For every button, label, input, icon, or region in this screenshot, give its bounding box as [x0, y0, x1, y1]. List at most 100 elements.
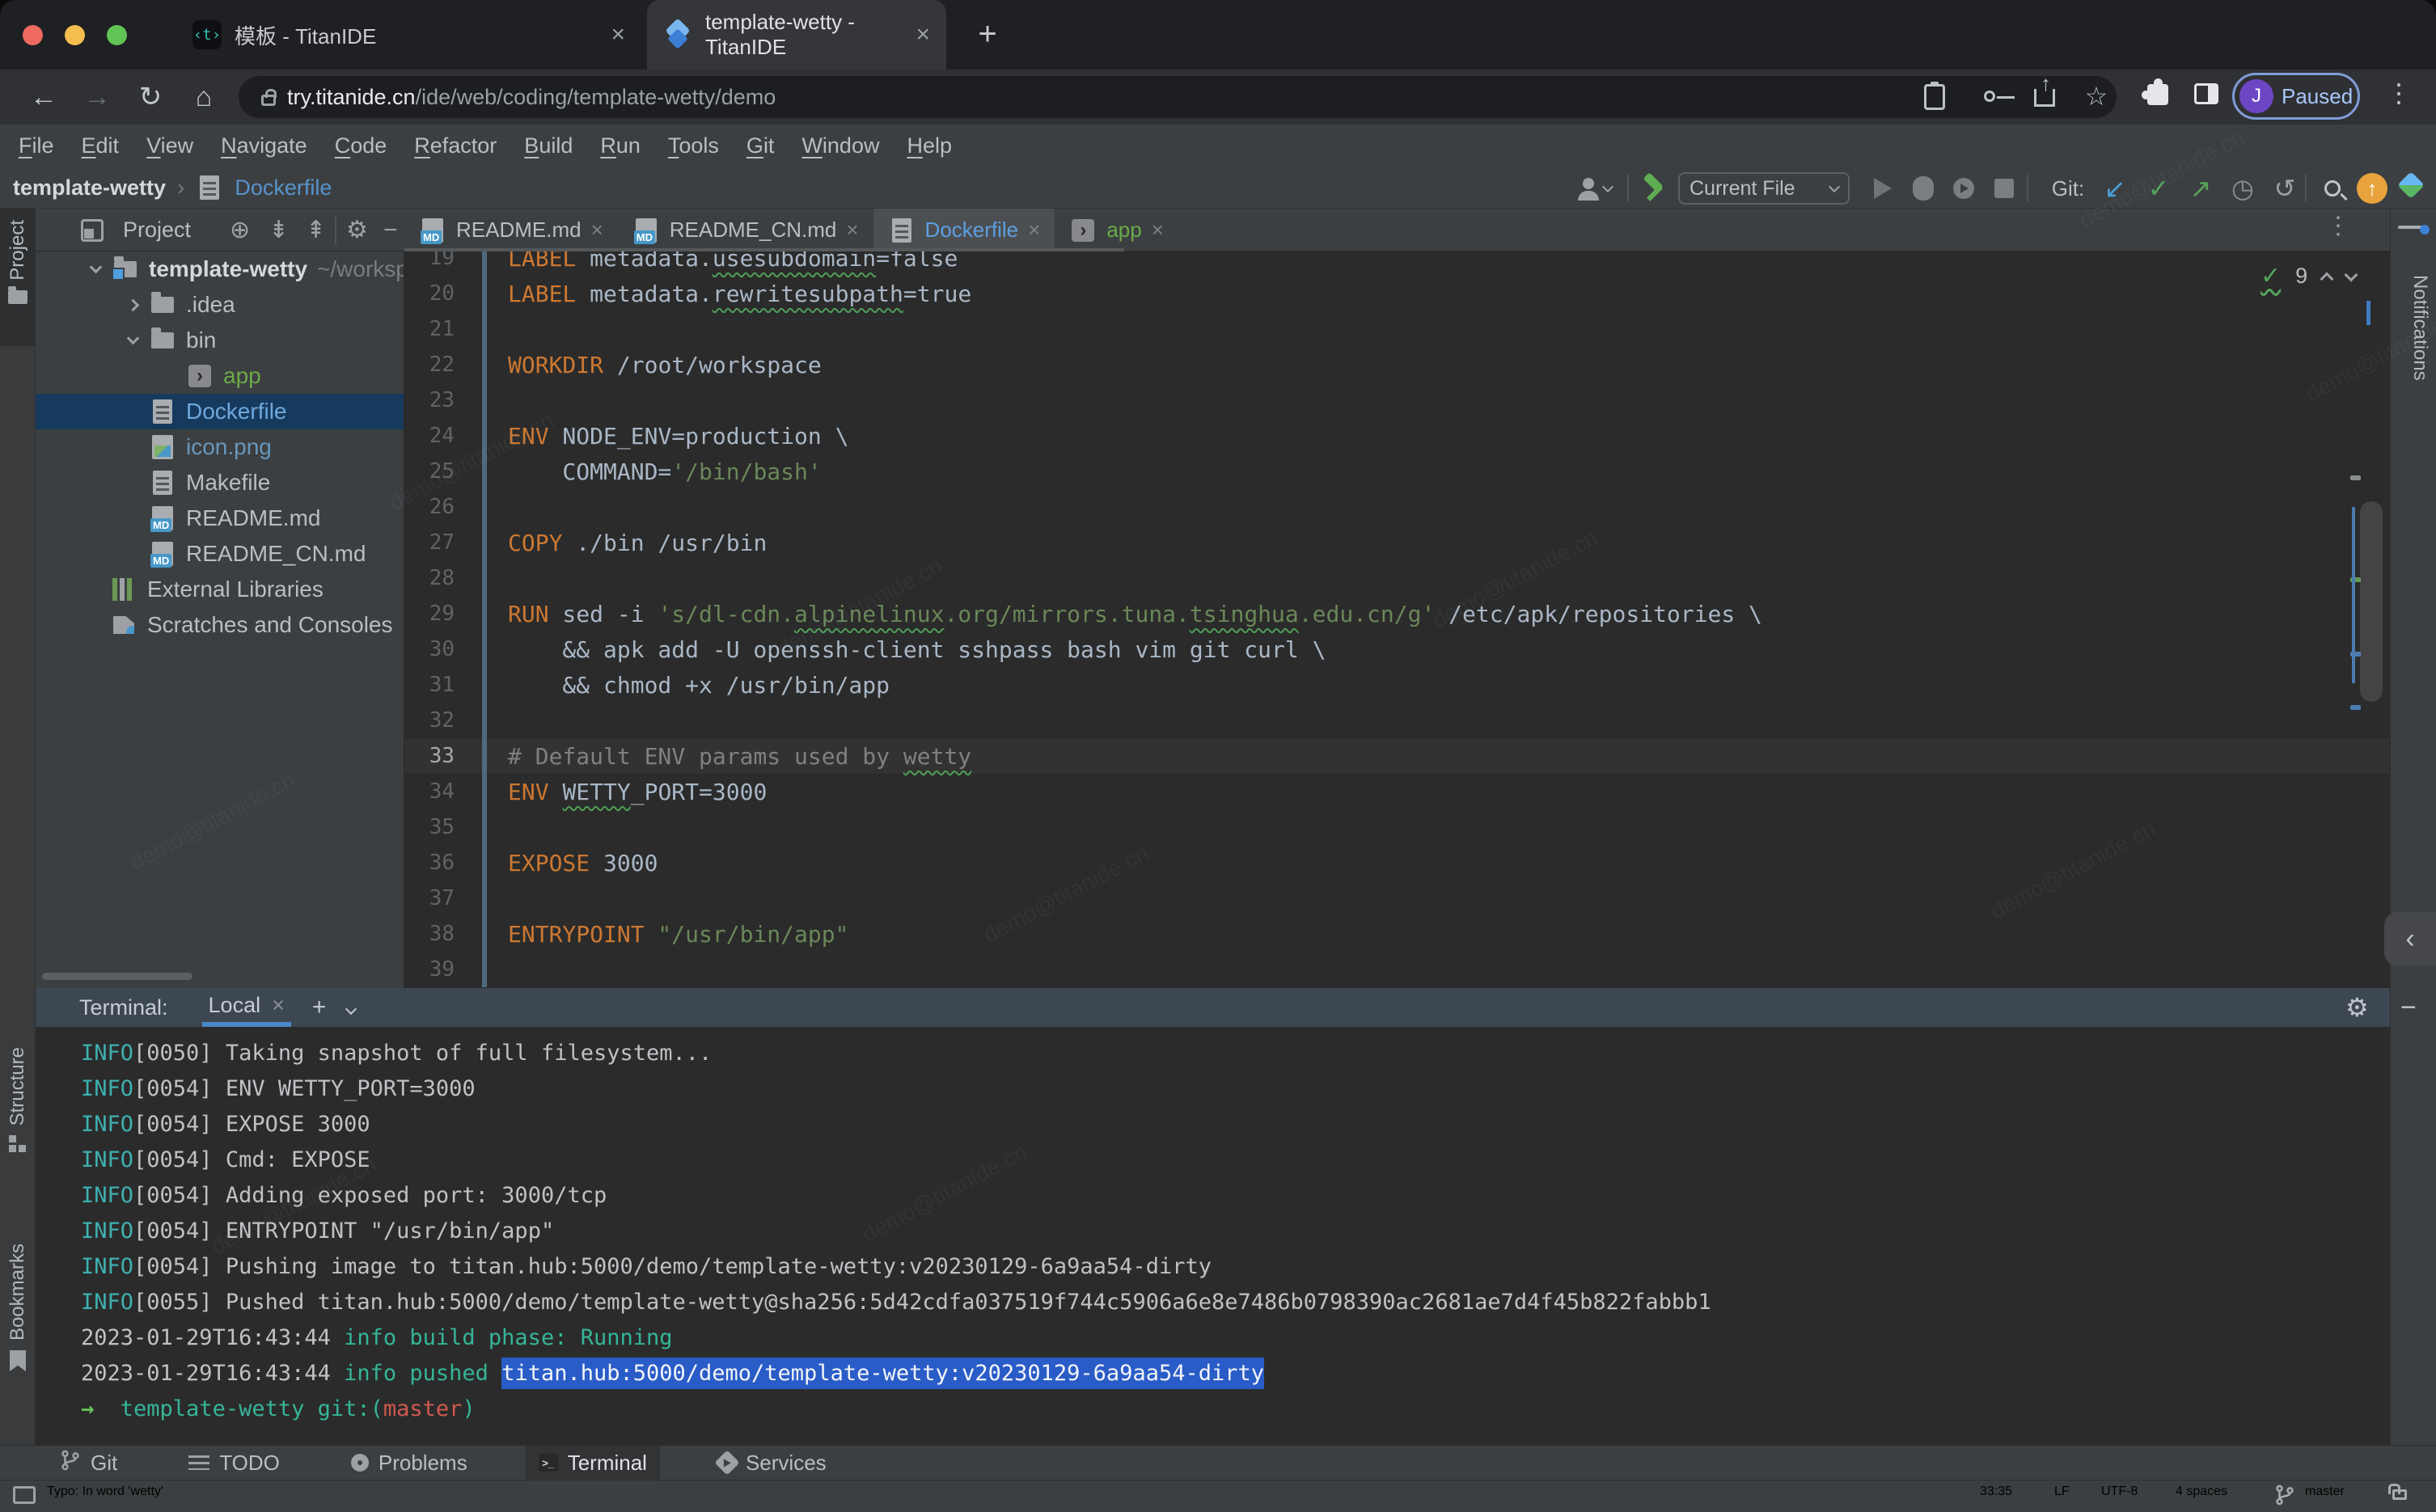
chevron-down-icon[interactable] — [116, 339, 149, 343]
bookmark-star-icon[interactable]: ☆ — [2080, 81, 2112, 112]
close-icon[interactable]: × — [1028, 218, 1040, 243]
chevron-down-icon[interactable] — [347, 996, 355, 1019]
close-icon[interactable]: × — [272, 993, 285, 1018]
menu-build[interactable]: Build — [510, 133, 586, 158]
chevron-up-icon[interactable] — [2320, 272, 2334, 285]
key-icon[interactable] — [1973, 81, 2006, 108]
browser-menu-icon[interactable]: ⋮ — [2386, 78, 2412, 108]
clipboard-icon[interactable] — [1918, 81, 1951, 116]
close-icon[interactable]: × — [591, 218, 603, 243]
reload-button[interactable]: ↻ — [131, 78, 170, 116]
line-number[interactable]: 21 — [404, 317, 474, 341]
notifications-bell-icon[interactable] — [2400, 225, 2426, 252]
line-number[interactable]: 22 — [404, 353, 474, 377]
close-icon[interactable]: × — [846, 218, 858, 243]
back-button[interactable]: ← — [24, 78, 63, 116]
line-number[interactable]: 33 — [404, 744, 474, 768]
file-encoding[interactable]: UTF-8 — [2101, 1485, 2138, 1499]
hide-panel-icon[interactable]: − — [383, 209, 398, 251]
run-configuration-dropdown[interactable]: Current File — [1678, 172, 1850, 205]
extensions-puzzle-icon[interactable] — [2142, 81, 2174, 112]
menu-run[interactable]: Run — [586, 133, 654, 158]
sidebar-item-project[interactable]: Project — [0, 209, 36, 346]
menu-help[interactable]: Help — [893, 133, 966, 158]
breadcrumb-file[interactable]: Dockerfile — [235, 175, 332, 201]
menu-git[interactable]: Git — [733, 133, 789, 158]
code-editor[interactable]: 19LABEL metadata.usesubdomain=false20LAB… — [404, 251, 2390, 988]
tree-item-readme-md[interactable]: README.md — [36, 500, 404, 536]
close-icon[interactable]: × — [1152, 218, 1164, 243]
toolwindow-terminal[interactable]: >_Terminal — [526, 1446, 660, 1480]
new-tab-button[interactable]: + — [967, 15, 1008, 55]
stop-icon[interactable] — [1988, 171, 2020, 205]
editor-tab-readme-cn-md[interactable]: README_CN.md× — [618, 209, 873, 251]
update-available-icon[interactable]: ↑ — [2354, 171, 2391, 205]
line-number[interactable]: 26 — [404, 495, 474, 519]
minimize-window-button[interactable] — [65, 25, 85, 45]
sidebar-item-notifications[interactable]: Notifications — [2396, 275, 2431, 381]
side-panel-icon[interactable] — [2190, 81, 2222, 111]
lock-icon[interactable] — [261, 95, 276, 106]
close-icon[interactable]: × — [916, 21, 930, 49]
line-separator[interactable]: LF — [2054, 1485, 2070, 1499]
git-update-icon[interactable]: ↙ — [2096, 171, 2134, 205]
sidebar-item-structure[interactable]: Structure — [0, 1047, 36, 1153]
toolwindow-todo[interactable]: TODO — [176, 1446, 293, 1480]
line-number[interactable]: 31 — [404, 673, 474, 697]
home-button[interactable]: ⌂ — [184, 78, 223, 116]
menu-edit[interactable]: Edit — [68, 133, 133, 158]
menu-file[interactable]: File — [5, 133, 68, 158]
line-number[interactable]: 30 — [404, 637, 474, 661]
git-commit-check-icon[interactable]: ✓ — [2140, 171, 2177, 205]
menu-refactor[interactable]: Refactor — [400, 133, 510, 158]
history-clock-icon[interactable]: ◷ — [2224, 171, 2261, 205]
editor-tab-app[interactable]: ›app× — [1055, 209, 1178, 251]
build-hammer-icon[interactable] — [1635, 171, 1673, 205]
toolwindow-git[interactable]: Git — [47, 1446, 130, 1480]
zoom-window-button[interactable] — [107, 25, 127, 45]
git-branch-name[interactable]: master — [2305, 1485, 2345, 1499]
tree-item-external-libraries[interactable]: External Libraries — [36, 572, 404, 607]
lock-icon[interactable] — [2392, 1481, 2407, 1504]
editor-scrollbar[interactable] — [2360, 501, 2383, 702]
chevron-down-icon[interactable] — [2345, 268, 2358, 281]
search-icon[interactable] — [2315, 171, 2350, 205]
line-number[interactable]: 24 — [404, 424, 474, 448]
close-window-button[interactable] — [23, 25, 43, 45]
line-number[interactable]: 25 — [404, 459, 474, 484]
toolwindow-problems[interactable]: Problems — [338, 1446, 480, 1480]
terminal-tab-local[interactable]: Local × — [202, 988, 291, 1027]
line-number[interactable]: 29 — [404, 602, 474, 626]
toolwindow-services[interactable]: Services — [705, 1446, 839, 1480]
editor-tab-readme-md[interactable]: README.md× — [404, 209, 618, 251]
run-icon[interactable] — [1867, 171, 1899, 205]
expand-all-icon[interactable]: ⇟ — [269, 209, 289, 251]
profile-button[interactable]: J Paused — [2232, 73, 2360, 120]
rollback-icon[interactable]: ↺ — [2266, 171, 2303, 205]
sidebar-item-bookmarks[interactable]: Bookmarks — [0, 1244, 36, 1371]
menu-code[interactable]: Code — [321, 133, 401, 158]
collapse-all-icon[interactable]: ⇞ — [306, 209, 326, 251]
reader-mode-icon[interactable] — [1572, 171, 1618, 205]
menu-navigate[interactable]: Navigate — [207, 133, 321, 158]
line-number[interactable]: 37 — [404, 886, 474, 910]
line-number[interactable]: 28 — [404, 566, 474, 590]
git-push-icon[interactable]: ↗ — [2182, 171, 2219, 205]
menu-view[interactable]: View — [133, 133, 207, 158]
chevron-down-icon[interactable] — [79, 268, 112, 272]
menu-tools[interactable]: Tools — [654, 133, 733, 158]
collapse-panel-button[interactable]: ‹ — [2384, 912, 2436, 965]
address-bar[interactable]: try.titanide.cn/ide/web/coding/template-… — [239, 76, 2117, 118]
debug-bug-icon[interactable] — [1907, 171, 1939, 205]
run-with-coverage-icon[interactable] — [1948, 171, 1980, 205]
horizontal-scrollbar[interactable] — [42, 973, 192, 980]
tree-item-makefile[interactable]: Makefile — [36, 465, 404, 500]
editor-options-icon[interactable]: ⋮ — [2326, 212, 2350, 240]
terminal-gear-icon[interactable]: ⚙ — [2345, 992, 2369, 1023]
browser-tab-inactive[interactable]: ‹t› 模板 - TitanIDE × — [176, 0, 641, 70]
tree-item-icon-png[interactable]: icon.png — [36, 429, 404, 465]
line-number[interactable]: 35 — [404, 815, 474, 839]
line-number[interactable]: 27 — [404, 530, 474, 555]
line-number[interactable]: 34 — [404, 779, 474, 804]
locate-file-icon[interactable]: ⊕ — [230, 209, 250, 251]
